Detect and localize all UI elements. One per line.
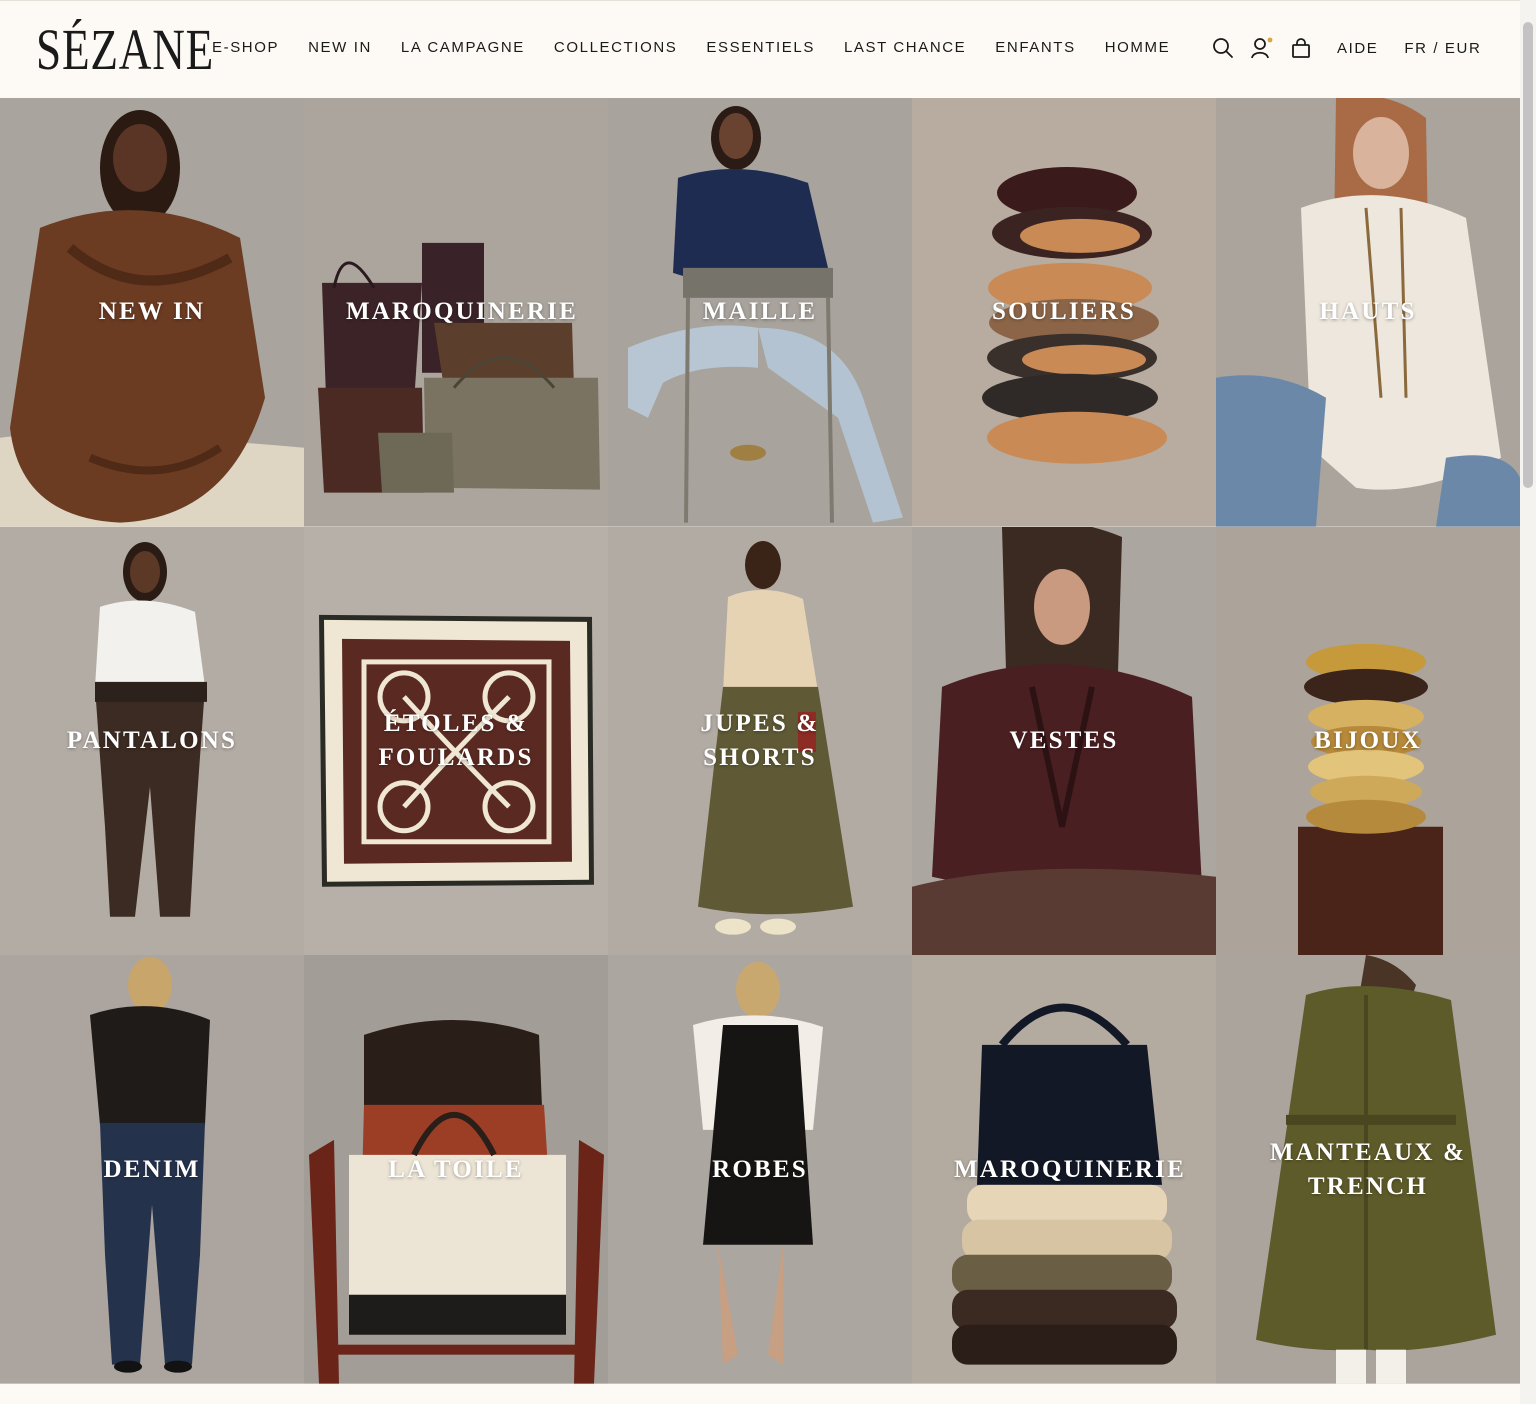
search-icon[interactable] [1210, 35, 1236, 61]
category-tile-robes[interactable]: ROBES [608, 955, 912, 1384]
tile-label: HAUTS [1319, 298, 1417, 326]
tile-label: MAILLE [702, 298, 818, 326]
category-tile-jupes-shorts[interactable]: JUPES & SHORTS [608, 526, 912, 956]
tile-label: NEW IN [98, 298, 206, 326]
tile-label: SOULIERS [991, 298, 1137, 326]
nav-item-collections[interactable]: COLLECTIONS [554, 39, 677, 56]
category-tile-hauts[interactable]: HAUTS [1216, 98, 1520, 527]
tile-label: MANTEAUX & TRENCH [1269, 1138, 1467, 1200]
nav-item-la-campagne[interactable]: LA CAMPAGNE [401, 39, 525, 56]
category-tile-manteaux-trench[interactable]: MANTEAUX & TRENCH [1216, 955, 1520, 1384]
category-tile-vestes[interactable]: VESTES [912, 526, 1216, 956]
nav-item-enfants[interactable]: ENFANTS [995, 39, 1075, 56]
tile-label: JUPES & SHORTS [700, 709, 820, 771]
category-tile-etoles-foulards[interactable]: ÉTOLES & FOULARDS [304, 526, 608, 956]
account-icon[interactable] [1249, 35, 1275, 61]
help-link[interactable]: AIDE [1337, 40, 1378, 57]
page: SÉZANE E-SHOP NEW IN LA CAMPAGNE COLLECT… [0, 0, 1536, 1404]
locale-selector[interactable]: FR / EUR [1404, 40, 1481, 57]
category-tile-denim[interactable]: DENIM [0, 955, 304, 1384]
category-tile-maille[interactable]: MAILLE [608, 98, 912, 527]
category-tile-pantalons[interactable]: PANTALONS [0, 526, 304, 956]
nav-item-last-chance[interactable]: LAST CHANCE [844, 39, 966, 56]
category-tile-souliers[interactable]: SOULIERS [912, 98, 1216, 527]
nav-item-new-in[interactable]: NEW IN [308, 39, 372, 56]
category-tile-maroquinerie[interactable]: MAROQUINERIE [304, 98, 608, 527]
category-tile-new-in[interactable]: NEW IN [0, 98, 304, 527]
tile-label: MAROQUINERIE [954, 1155, 1186, 1183]
brand-logo[interactable]: SÉZANE [36, 15, 214, 85]
bag-icon[interactable] [1288, 35, 1314, 61]
tile-label: ROBES [712, 1155, 808, 1183]
tile-label: DENIM [103, 1155, 201, 1183]
tile-label: LA TOILE [388, 1155, 524, 1183]
header-tools: AIDE FR / EUR [1210, 35, 1481, 61]
nav-item-e-shop[interactable]: E-SHOP [212, 39, 279, 56]
nav-item-essentiels[interactable]: ESSENTIELS [706, 39, 815, 56]
main-nav: E-SHOP NEW IN LA CAMPAGNE COLLECTIONS ES… [212, 39, 1199, 56]
category-grid: NEW IN MAROQUINERIE MAILLE SOULIERS HAUT… [0, 98, 1520, 1384]
category-tile-la-toile[interactable]: LA TOILE [304, 955, 608, 1384]
nav-item-homme[interactable]: HOMME [1105, 39, 1171, 56]
category-tile-bijoux[interactable]: BIJOUX [1216, 526, 1520, 956]
footer-strip [0, 1384, 1520, 1404]
site-header: SÉZANE E-SHOP NEW IN LA CAMPAGNE COLLECT… [0, 0, 1520, 98]
page-scrollbar-thumb[interactable] [1523, 22, 1533, 488]
tile-label: BIJOUX [1314, 726, 1422, 754]
tile-label: MAROQUINERIE [346, 298, 578, 326]
tile-label: PANTALONS [66, 726, 238, 754]
category-tile-maroquinerie-2[interactable]: MAROQUINERIE [912, 955, 1216, 1384]
tile-label: ÉTOLES & FOULARDS [378, 709, 534, 771]
tile-label: VESTES [1009, 726, 1119, 754]
